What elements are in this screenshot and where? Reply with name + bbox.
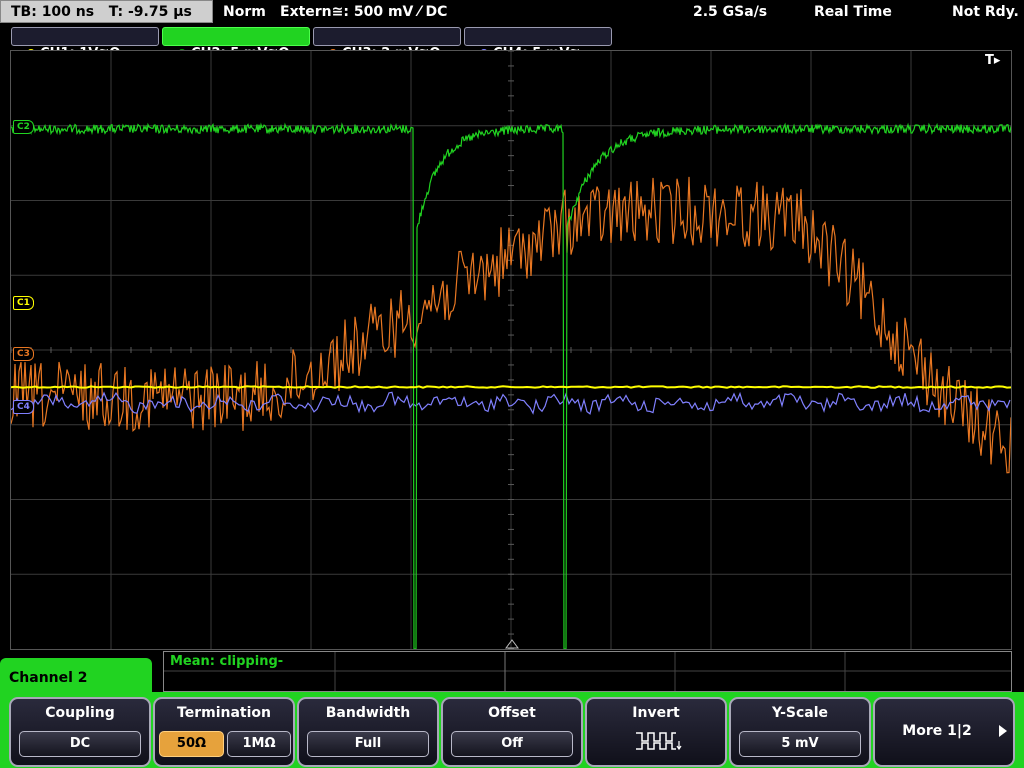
yscale-value: 5 mV xyxy=(739,731,861,757)
tab-channel-1[interactable]: CH1: 1V≅Ω xyxy=(11,27,159,61)
ch1-waveform xyxy=(10,385,1012,389)
ch3-offset-marker[interactable]: C3 xyxy=(13,347,34,361)
invert-softkey[interactable]: Invert xyxy=(585,697,727,767)
measurement-grid xyxy=(164,652,1011,691)
more-softkey[interactable]: More 1|2 xyxy=(873,697,1015,767)
coupling-softkey[interactable]: Coupling DC xyxy=(9,697,151,767)
coupling-title: Coupling xyxy=(45,705,115,721)
waveform-canvas xyxy=(10,50,1012,650)
measurement-result: Mean: clipping- xyxy=(170,654,284,669)
termination-1m-option[interactable]: 1MΩ xyxy=(227,731,291,757)
waveform-display[interactable] xyxy=(10,50,1012,650)
offset-title: Offset xyxy=(488,705,536,721)
ch1-offset-marker[interactable]: C1 xyxy=(13,296,34,310)
yscale-softkey[interactable]: Y-Scale 5 mV xyxy=(729,697,871,767)
trigger-position-icon xyxy=(505,639,519,649)
termination-50-option[interactable]: 50Ω xyxy=(159,731,224,757)
offset-softkey[interactable]: Offset Off xyxy=(441,697,583,767)
ch2-offset-marker[interactable]: C2 xyxy=(13,120,34,134)
measurement-panel xyxy=(163,651,1012,692)
termination-softkey[interactable]: Termination 50Ω 1MΩ xyxy=(153,697,295,767)
tab-channel-2[interactable]: CH2: 5 mV≅Ω xyxy=(162,27,310,61)
bandwidth-title: Bandwidth xyxy=(325,705,411,721)
offset-value: Off xyxy=(451,731,573,757)
invert-waveform-icon xyxy=(636,732,682,751)
trigger-mode[interactable]: Norm xyxy=(223,0,266,24)
ch4-offset-marker[interactable]: C4 xyxy=(13,400,34,414)
more-label: More 1|2 xyxy=(902,723,972,739)
coupling-value: DC xyxy=(19,731,141,757)
trigger-source[interactable]: Extern≅: 500 mV ⁄ DC xyxy=(280,0,447,24)
acquisition-mode: Real Time xyxy=(814,4,892,20)
invert-title: Invert xyxy=(632,705,680,721)
tab-channel-4[interactable]: CH4: 5 mV≅ xyxy=(464,27,612,61)
timebase-readout[interactable]: TB: 100 ns T: -9.75 µs xyxy=(0,0,213,23)
tab-channel-3[interactable]: CH3: 2 mV≅Ω xyxy=(313,27,461,61)
next-page-icon xyxy=(999,725,1007,737)
sample-rate: 2.5 GSa/s xyxy=(693,4,768,20)
bandwidth-softkey[interactable]: Bandwidth Full xyxy=(297,697,439,767)
termination-title: Termination xyxy=(177,705,271,721)
yscale-title: Y-Scale xyxy=(771,705,828,721)
ready-status: Not Rdy. xyxy=(952,4,1019,20)
bandwidth-value: Full xyxy=(307,731,429,757)
trigger-level-marker: T▸ xyxy=(985,53,1001,68)
